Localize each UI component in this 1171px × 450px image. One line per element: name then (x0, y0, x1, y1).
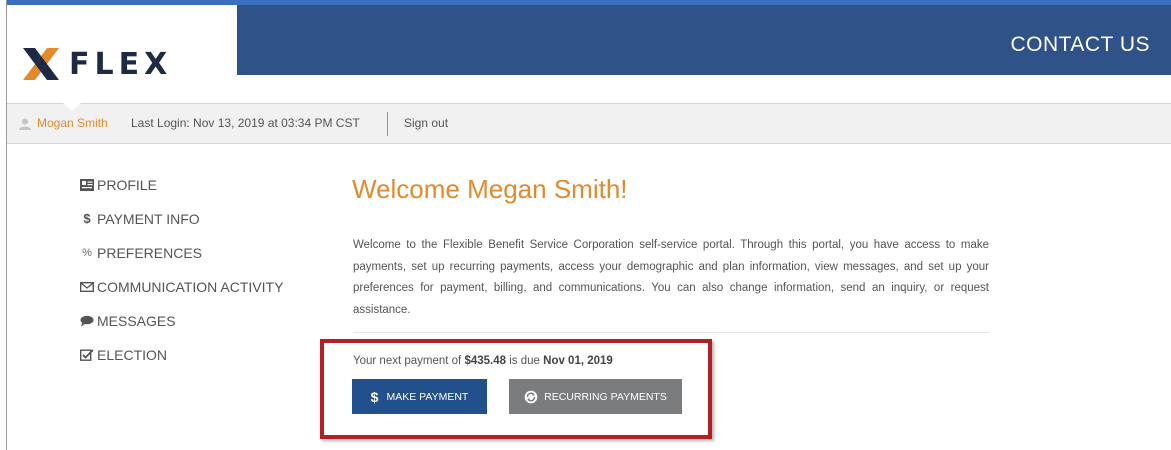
nav-item-messages[interactable]: MESSAGES (80, 313, 176, 329)
userbar-separator (387, 112, 388, 136)
checkbox-icon (80, 349, 94, 361)
userbar-notch (63, 103, 81, 111)
contact-us-link[interactable]: CONTACT US (1010, 33, 1150, 57)
nav-item-payment-info[interactable]: $ PAYMENT INFO (80, 211, 200, 227)
nav-label: COMMUNICATION ACTIVITY (97, 279, 284, 295)
user-name-link[interactable]: Mogan Smith (37, 116, 108, 130)
page-title: Welcome Megan Smith! (352, 174, 628, 204)
user-icon (19, 118, 31, 130)
profile-card-icon (80, 179, 94, 191)
dollar-icon: $ (83, 211, 91, 226)
nav-label: PAYMENT INFO (97, 211, 200, 227)
sign-out-link[interactable]: Sign out (404, 116, 448, 130)
last-login-text: Last Login: Nov 13, 2019 at 03:34 PM CST (131, 116, 360, 130)
logo-text: FLEX (69, 47, 173, 82)
chat-bubble-icon (80, 315, 94, 327)
nav-item-election[interactable]: ELECTION (80, 347, 167, 363)
nav-item-communication-activity[interactable]: COMMUNICATION ACTIVITY (80, 279, 283, 295)
nav-label: PROFILE (97, 177, 157, 193)
nav-label: MESSAGES (97, 313, 176, 329)
nav-item-preferences[interactable]: % PREFERENCES (80, 245, 202, 261)
percent-icon: % (82, 247, 92, 259)
nav-label: PREFERENCES (97, 245, 203, 261)
flex-logo[interactable]: FLEX (21, 45, 201, 85)
envelope-icon (80, 282, 94, 293)
content-divider (353, 332, 989, 333)
user-bar: Mogan Smith Last Login: Nov 13, 2019 at … (7, 103, 1171, 144)
header: FLEX CONTACT US (7, 5, 1171, 103)
intro-paragraph: Welcome to the Flexible Benefit Service … (353, 239, 989, 316)
page-frame: FLEX CONTACT US Mogan Smith Last Login: … (6, 0, 1171, 450)
highlight-annotation-box (320, 339, 712, 439)
nav-label: ELECTION (97, 347, 168, 363)
flex-x-logo-icon (23, 48, 59, 80)
nav-item-profile[interactable]: PROFILE (80, 177, 157, 193)
